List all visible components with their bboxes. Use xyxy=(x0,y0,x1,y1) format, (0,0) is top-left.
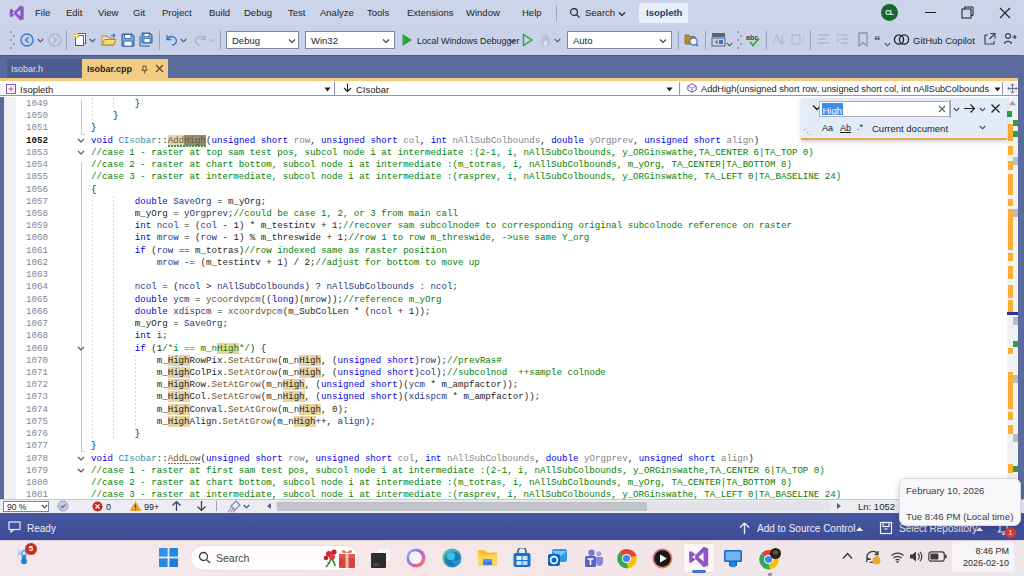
svg-text:abc: abc xyxy=(746,34,758,41)
